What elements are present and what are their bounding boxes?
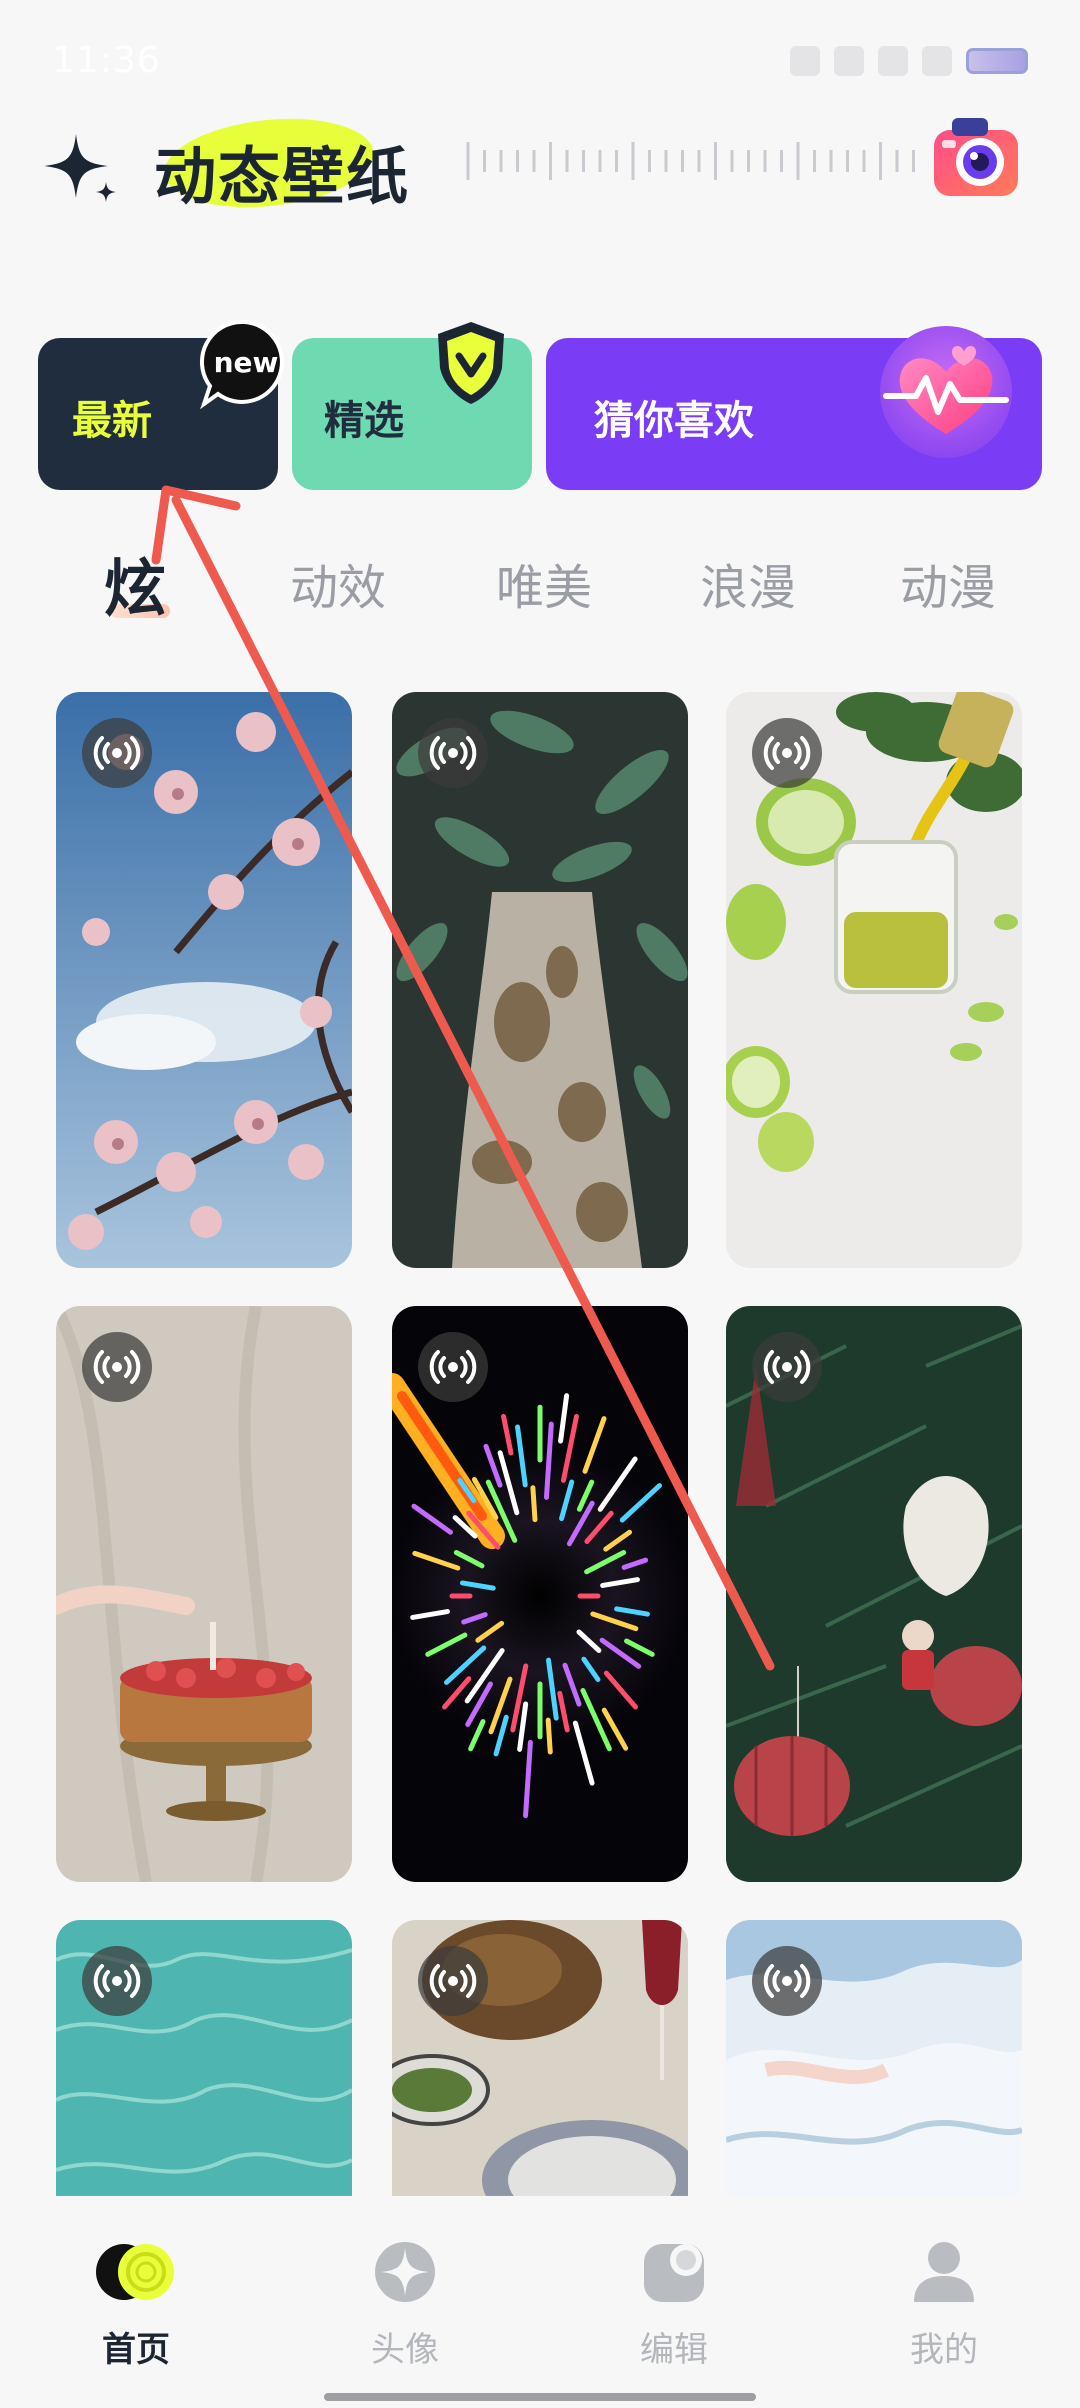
- live-wallpaper-icon: [752, 1946, 822, 2016]
- live-wallpaper-icon: [82, 718, 152, 788]
- category-picked-card[interactable]: 精选: [292, 322, 532, 490]
- tab-xuan[interactable]: 炫: [104, 538, 166, 628]
- nav-edit[interactable]: 编辑: [594, 2240, 754, 2371]
- status-time: 11:36: [52, 40, 161, 81]
- live-wallpaper-icon: [82, 1946, 152, 2016]
- tab-langman[interactable]: 浪漫: [700, 548, 796, 618]
- live-wallpaper-icon: [82, 1332, 152, 1402]
- camera-icon[interactable]: [930, 112, 1022, 204]
- status-icons: [790, 46, 1028, 76]
- sparkle-icon: [44, 134, 116, 202]
- live-wallpaper-icon: [752, 718, 822, 788]
- wallpaper-tile-snow[interactable]: [726, 1920, 1022, 2196]
- category-tabs: 炫 动效 唯美 浪漫 动漫: [0, 548, 1080, 628]
- wallpaper-tile-lime-juice[interactable]: [726, 692, 1022, 1268]
- home-icon: [96, 2244, 174, 2300]
- wallpaper-tile-eucalyptus[interactable]: [392, 692, 688, 1268]
- nav-avatar-label: 头像: [371, 2330, 439, 2370]
- tab-dongxiao[interactable]: 动效: [290, 548, 386, 618]
- wallpaper-tile-pool[interactable]: [56, 1920, 352, 2196]
- nav-home-label: 首页: [102, 2330, 170, 2370]
- nav-edit-label: 编辑: [640, 2330, 708, 2370]
- wallpaper-tile-dinner[interactable]: [392, 1920, 688, 2196]
- wallpaper-tile-cake[interactable]: [56, 1306, 352, 1882]
- avatar-star-icon: [375, 2242, 435, 2302]
- nav-profile-label: 我的: [910, 2330, 978, 2370]
- notification-icon: [878, 46, 908, 76]
- nav-avatar[interactable]: 头像: [325, 2240, 485, 2371]
- signal-icon: [834, 46, 864, 76]
- edit-icon: [644, 2244, 704, 2302]
- bluetooth-icon: [790, 46, 820, 76]
- tab-dongman[interactable]: 动漫: [900, 548, 996, 618]
- new-badge-icon: new: [199, 319, 284, 410]
- nav-profile[interactable]: 我的: [864, 2240, 1024, 2371]
- category-latest-label: 最新: [72, 398, 152, 444]
- wifi-icon: [922, 46, 952, 76]
- v-shield-icon: [438, 322, 504, 404]
- home-indicator: [324, 2393, 756, 2401]
- category-guess-label: 猜你喜欢: [594, 398, 754, 444]
- category-guess-card[interactable]: 猜你喜欢: [546, 326, 1042, 490]
- bottom-navigation: 首页 头像 编辑 我的: [0, 2196, 1080, 2408]
- wallpaper-tile-space-warp[interactable]: [392, 1306, 688, 1882]
- battery-icon: [966, 48, 1028, 74]
- category-picked-label: 精选: [324, 398, 404, 444]
- category-latest-card[interactable]: 最新 new: [38, 319, 284, 490]
- wallpaper-tile-christmas[interactable]: [726, 1306, 1022, 1882]
- nav-home[interactable]: 首页: [56, 2240, 216, 2371]
- live-wallpaper-icon: [418, 718, 488, 788]
- live-wallpaper-icon: [418, 1332, 488, 1402]
- page-title: 动态壁纸: [154, 140, 411, 213]
- live-wallpaper-icon: [418, 1946, 488, 2016]
- profile-icon: [914, 2242, 974, 2302]
- heart-icon: [880, 326, 1012, 458]
- ruler-decoration: [466, 142, 915, 180]
- wallpaper-tile-cherry-blossom[interactable]: [56, 692, 352, 1268]
- tab-weimei[interactable]: 唯美: [496, 548, 592, 618]
- svg-text:new: new: [214, 346, 279, 379]
- live-wallpaper-icon: [752, 1332, 822, 1402]
